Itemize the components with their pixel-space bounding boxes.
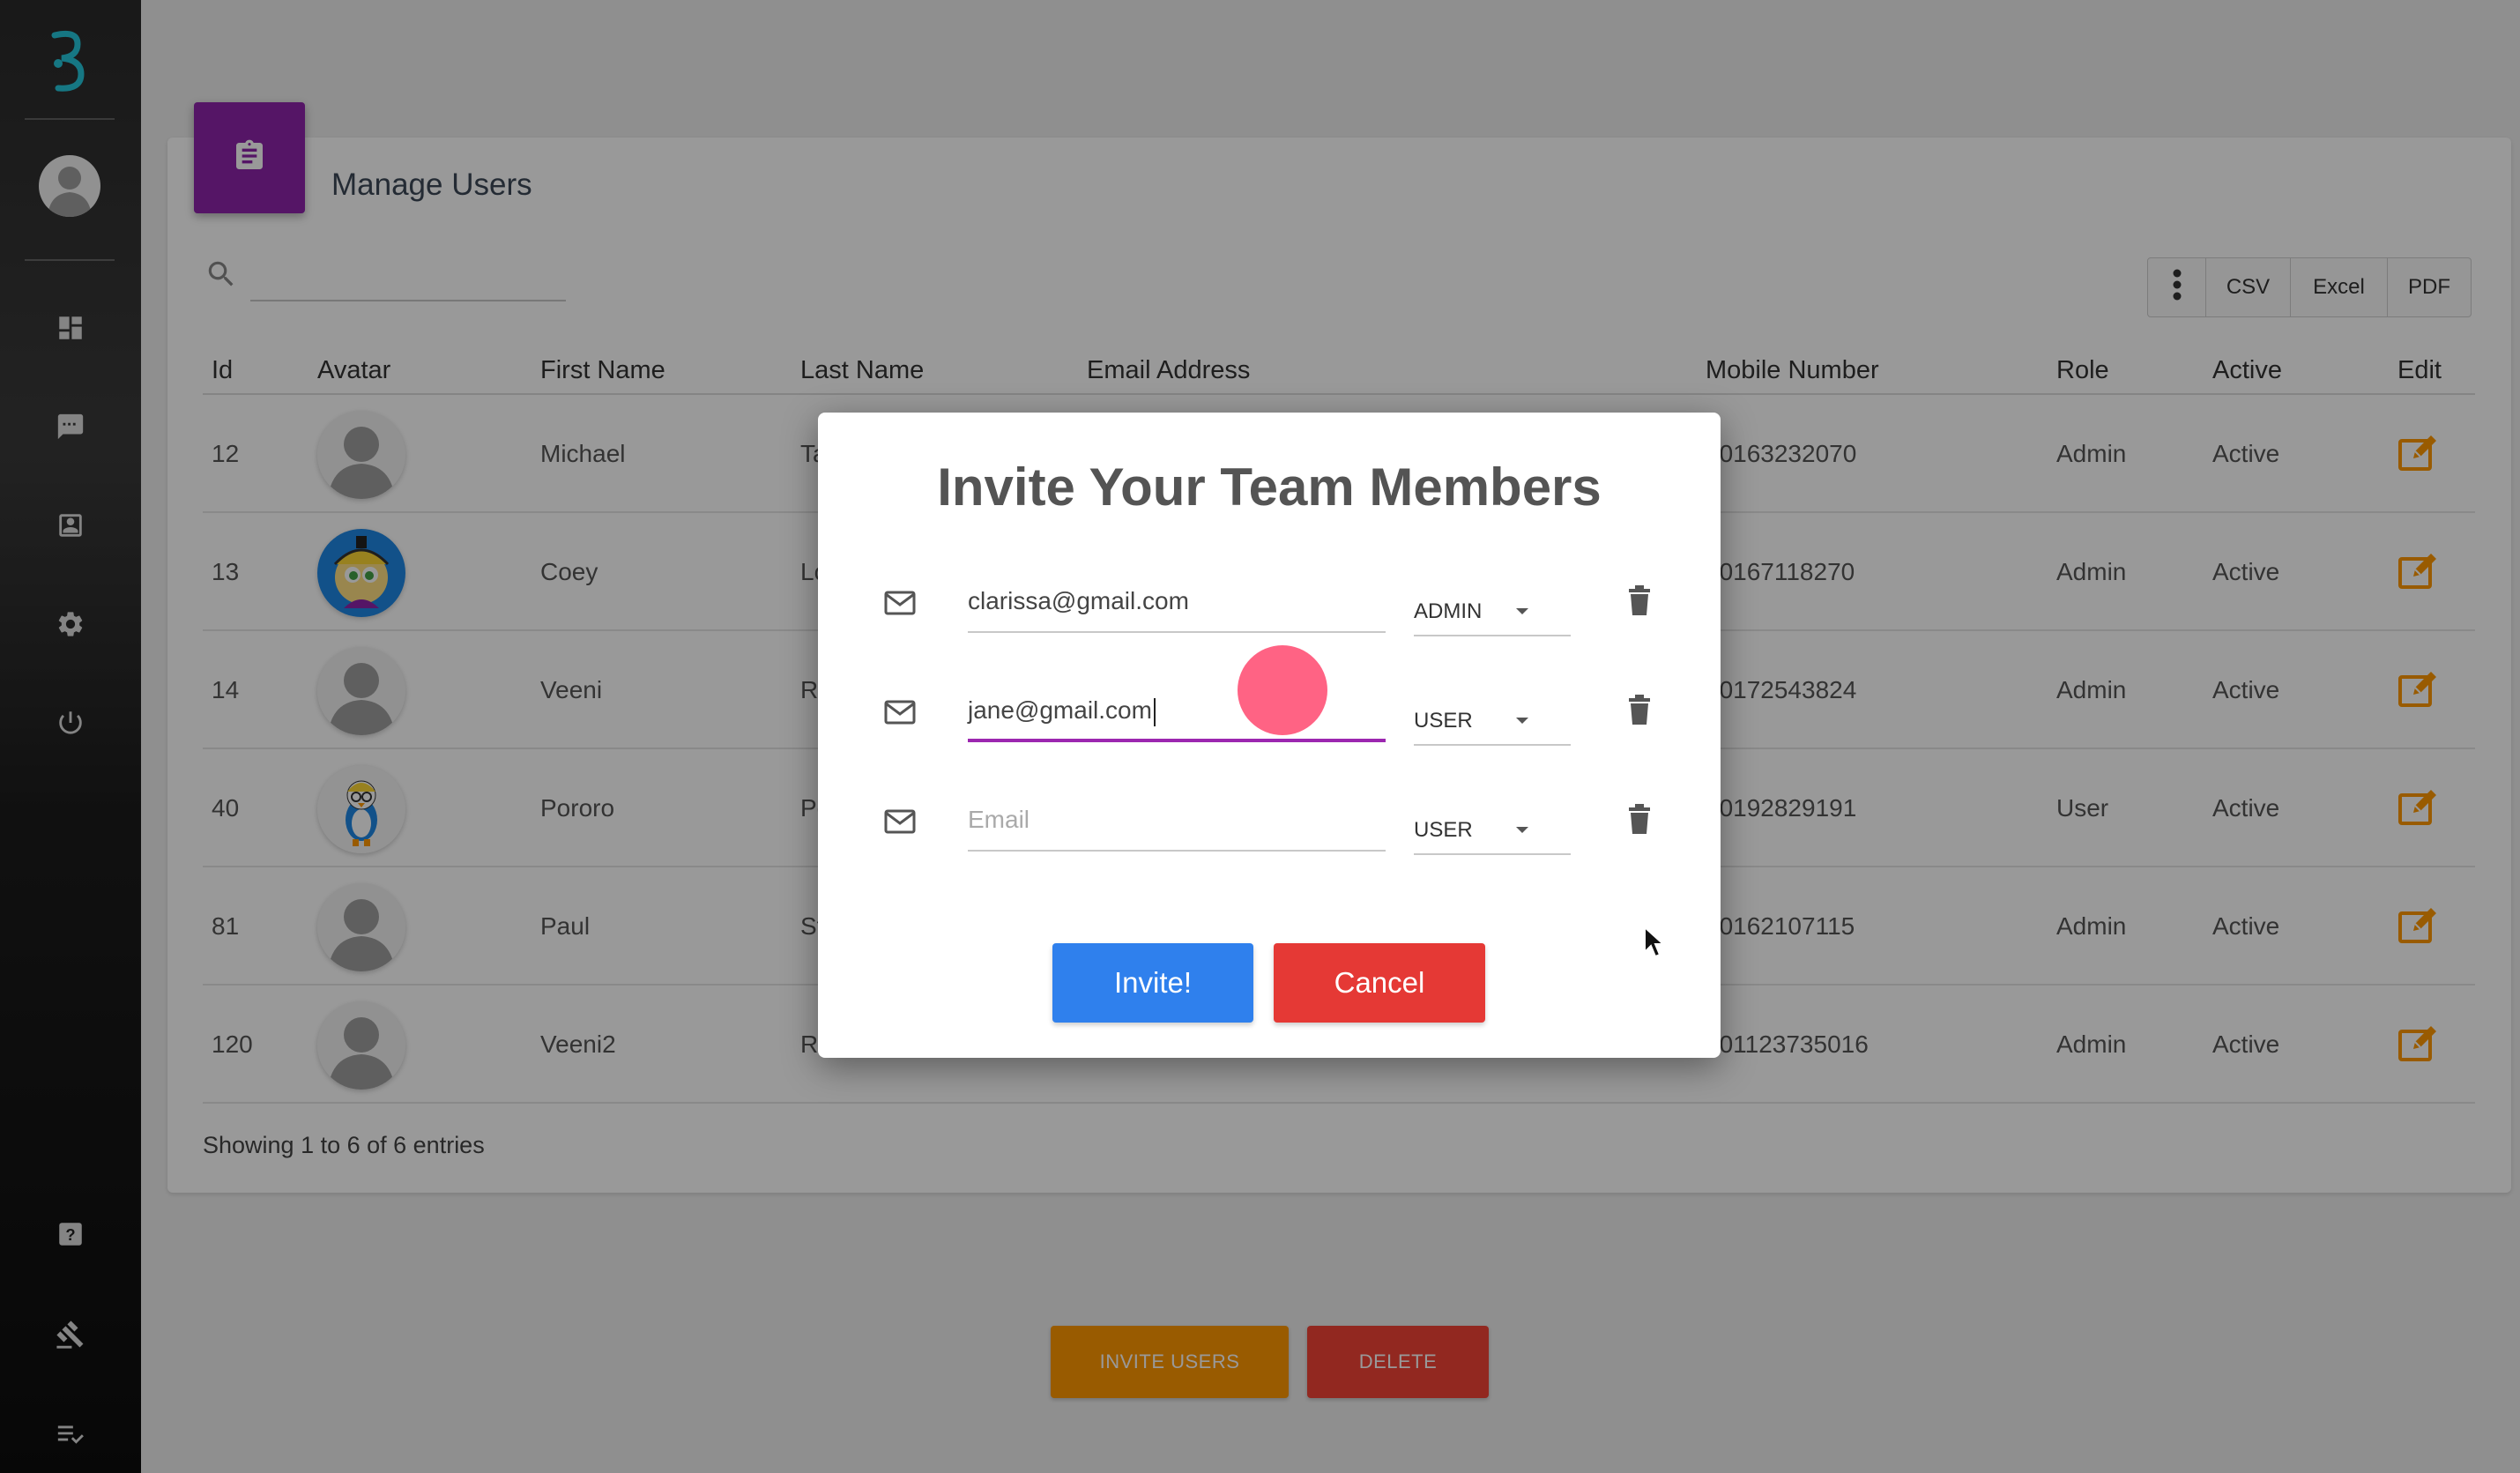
delete-row-icon[interactable]: [1627, 695, 1652, 726]
text-caret: [1153, 697, 1156, 726]
mail-icon: [883, 589, 917, 617]
delete-row-icon[interactable]: [1627, 585, 1652, 617]
delete-row-icon[interactable]: [1627, 804, 1652, 836]
mouse-cursor-icon: [1643, 925, 1666, 963]
dropdown-arrow-icon: [1516, 608, 1528, 614]
email-value: jane@gmail.com: [968, 696, 1152, 724]
role-select[interactable]: USER: [1414, 696, 1571, 746]
invite-row: clarissa@gmail.com ADMIN: [818, 580, 1721, 642]
role-select[interactable]: ADMIN: [1414, 587, 1571, 636]
role-value: USER: [1414, 818, 1473, 842]
cancel-button[interactable]: Cancel: [1274, 943, 1485, 1023]
role-value: ADMIN: [1414, 599, 1483, 623]
touch-indicator: [1238, 645, 1327, 735]
email-field[interactable]: Email: [968, 799, 1386, 852]
invite-button[interactable]: Invite!: [1052, 943, 1253, 1023]
role-value: USER: [1414, 709, 1473, 733]
email-field[interactable]: clarissa@gmail.com: [968, 580, 1386, 633]
invite-dialog: Invite Your Team Members clarissa@gmail.…: [818, 413, 1721, 1058]
dropdown-arrow-icon: [1516, 718, 1528, 724]
invite-row: Email USER: [818, 799, 1721, 860]
dialog-title: Invite Your Team Members: [937, 458, 1602, 517]
role-select[interactable]: USER: [1414, 806, 1571, 855]
mail-icon: [883, 698, 917, 726]
mail-icon: [883, 807, 917, 836]
dropdown-arrow-icon: [1516, 827, 1528, 833]
